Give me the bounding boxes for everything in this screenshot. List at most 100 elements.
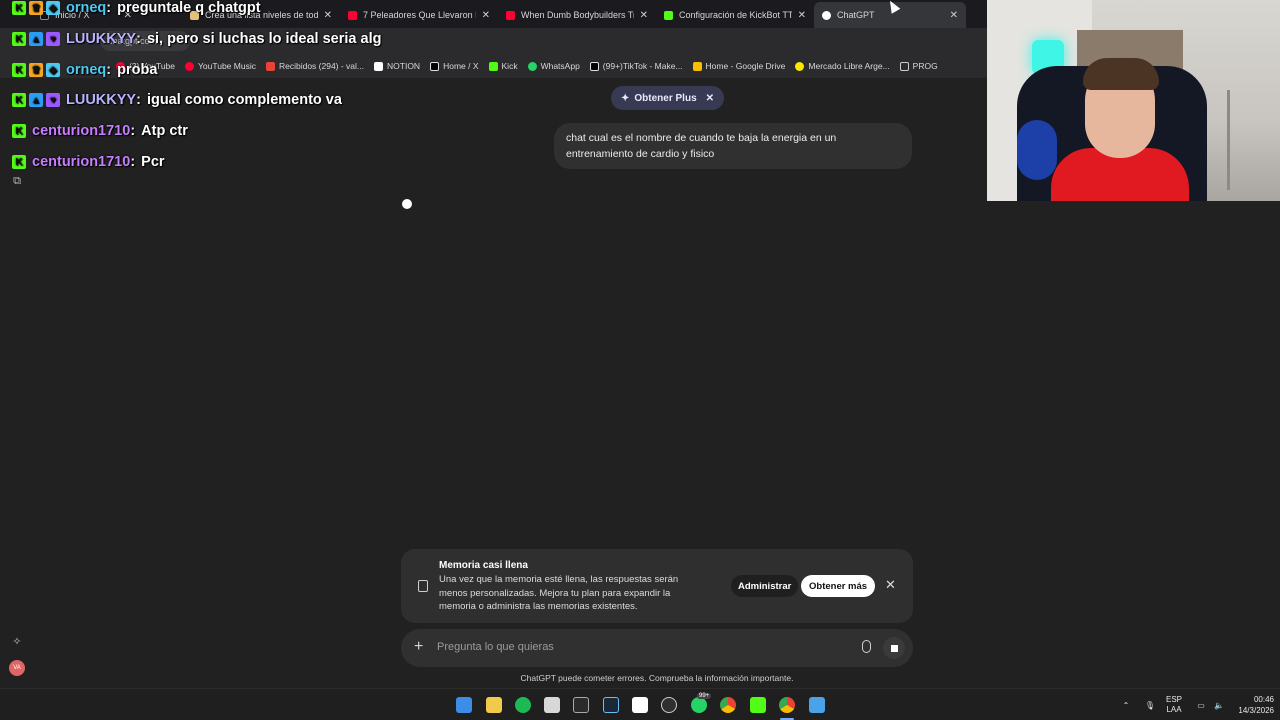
crown-badge-icon: ♛	[29, 63, 43, 77]
kick-badge-icon: K	[12, 124, 26, 138]
chrome-icon[interactable]	[720, 697, 736, 713]
chat-message: K ▲ ♥ LUUKKYY: igual como complemento va	[12, 89, 342, 111]
webcam-feed	[987, 0, 1280, 201]
chat-colon: :	[106, 62, 112, 78]
close-icon[interactable]: ✕	[482, 10, 490, 21]
chat-text: si, pero si luchas lo ideal seria alg	[146, 31, 382, 47]
bookmark-mercado-libre[interactable]: Mercado Libre Arge...	[795, 61, 890, 71]
chat-colon: :	[136, 31, 141, 47]
chatgpt-icon	[822, 10, 831, 20]
sub-badge-icon: ♥	[46, 32, 60, 46]
bookmark-label: PROG	[912, 61, 938, 71]
get-plus-pill[interactable]: ✦ Obtener Plus ✕	[611, 86, 725, 110]
microphone-icon[interactable]	[862, 640, 871, 653]
chat-text: Pcr	[141, 154, 165, 170]
x-icon	[430, 61, 440, 71]
webcam-stool	[1227, 90, 1257, 190]
moderator-badge-icon: ◆	[46, 1, 60, 15]
bookmark-kick[interactable]: Kick	[488, 61, 518, 71]
chat-username: centurion1710	[32, 123, 131, 139]
bookmark-label: (99+)TikTok - Make...	[602, 61, 683, 71]
close-icon[interactable]: ✕	[640, 10, 648, 21]
response-loading-dot	[402, 199, 412, 209]
chat-text: preguntale q chatgpt	[117, 0, 261, 16]
new-chat-icon[interactable]: ⧉	[11, 175, 23, 187]
webcam-person-hair	[1083, 58, 1159, 90]
composer-placeholder[interactable]: Pregunta lo que quieras	[437, 641, 554, 653]
bookmark-notion[interactable]: NOTION	[374, 61, 420, 71]
chat-username: orneq	[66, 62, 107, 78]
network-icon[interactable]: ▭	[1194, 701, 1208, 710]
notice-body: Una vez que la memoria esté llena, las r…	[439, 574, 679, 612]
tab-peleadores[interactable]: 7 Peleadores Que Llevaron El ✕	[340, 2, 498, 28]
bookmark-label: Mercado Libre Arge...	[808, 61, 890, 71]
tab-bodybuilders[interactable]: When Dumb Bodybuilders Try ✕	[498, 2, 656, 28]
avatar[interactable]: VA	[9, 660, 25, 676]
obs-icon[interactable]	[661, 697, 677, 713]
microphone-tray-icon[interactable]: 🎙	[1140, 701, 1160, 710]
plus-icon[interactable]: +	[414, 638, 423, 656]
file-explorer-icon[interactable]	[486, 697, 502, 713]
chat-colon: :	[130, 123, 136, 139]
bookmark-tiktok[interactable]: (99+)TikTok - Make...	[589, 61, 683, 71]
kick-icon[interactable]	[750, 697, 766, 713]
windows-taskbar: 99+ ⌃ 🎙 ESP LAA ▭ 🔈 00:46 14/3/2026	[0, 688, 1280, 720]
bookmark-gmail[interactable]: Recibidos (294) - val...	[265, 61, 364, 71]
bookmark-whatsapp[interactable]: WhatsApp	[527, 61, 580, 71]
kick-badge-icon: K	[12, 155, 26, 169]
close-icon[interactable]: ✕	[324, 10, 332, 21]
system-clock[interactable]: 00:46 14/3/2026	[1224, 694, 1274, 716]
store-icon[interactable]	[544, 697, 560, 713]
kickbot-icon	[664, 10, 673, 20]
chat-message: K centurion1710: Pcr	[12, 151, 165, 173]
chrome-active-icon[interactable]	[779, 697, 795, 713]
spotify-icon[interactable]	[515, 697, 531, 713]
memory-full-notice: Memoria casi llena Una vez que la memori…	[401, 549, 913, 623]
close-icon[interactable]: ✕	[885, 577, 896, 593]
tab-kickbot[interactable]: Configuración de KickBot TTS ✕	[656, 2, 814, 28]
gmail-icon	[265, 61, 275, 71]
user-message-bubble: chat cual es el nombre de cuando te baja…	[554, 123, 912, 169]
language-indicator[interactable]: ESP LAA	[1166, 695, 1182, 715]
stop-icon	[890, 644, 898, 652]
chat-text: Atp ctr	[141, 123, 188, 139]
whatsapp-icon[interactable]	[691, 697, 707, 713]
close-icon[interactable]: ✕	[706, 93, 714, 104]
close-icon[interactable]: ✕	[950, 10, 958, 21]
bookmark-youtube-music[interactable]: YouTube Music	[185, 61, 256, 71]
message-composer[interactable]: + Pregunta lo que quieras	[401, 629, 913, 667]
stop-button[interactable]	[883, 637, 905, 659]
chat-username: LUUKKYY	[66, 31, 137, 47]
webcam-chair-accent	[1017, 120, 1057, 180]
sparkle-icon[interactable]: ✧	[11, 636, 23, 648]
bookmark-google-drive[interactable]: Home - Google Drive	[692, 61, 785, 71]
tab-label: 7 Peleadores Que Llevaron El	[363, 10, 476, 20]
steam-icon[interactable]	[603, 697, 619, 713]
manage-button[interactable]: Administrar	[731, 575, 799, 597]
bookmark-home-x[interactable]: Home / X	[430, 61, 479, 71]
youtube-music-icon	[185, 61, 194, 71]
close-icon[interactable]: ✕	[798, 10, 806, 21]
notice-title: Memoria casi llena	[439, 560, 528, 571]
user-message-text: chat cual es el nombre de cuando te baja…	[566, 132, 837, 160]
sparkle-icon: ✦	[621, 92, 630, 104]
capcut-icon[interactable]	[632, 697, 648, 713]
bookmark-label: NOTION	[387, 61, 421, 71]
moderator-badge-icon: ◆	[46, 63, 60, 77]
chat-message: K ▲ ♥ LUUKKYY: si, pero si luchas lo ide…	[12, 28, 381, 50]
get-plus-label: Obtener Plus	[634, 92, 697, 104]
bookmark-label: Home / X	[443, 61, 479, 71]
kick-icon	[488, 61, 498, 71]
get-more-button[interactable]: Obtener más	[801, 575, 876, 597]
notepad-icon[interactable]	[809, 697, 825, 713]
epic-games-icon[interactable]	[573, 697, 589, 713]
chat-message: K centurion1710: Atp ctr	[12, 120, 188, 142]
language-bottom: LAA	[1166, 705, 1182, 714]
vip-badge-icon: ▲	[29, 32, 43, 46]
tab-label: When Dumb Bodybuilders Try	[521, 10, 634, 20]
bookmark-folder-prog[interactable]: PROG	[899, 61, 938, 71]
windows-start-icon[interactable]	[456, 697, 472, 713]
chevron-up-icon[interactable]: ⌃	[1120, 701, 1132, 710]
chat-text: proba	[117, 62, 158, 78]
disclaimer: ChatGPT puede cometer errores. Comprueba…	[520, 673, 794, 683]
